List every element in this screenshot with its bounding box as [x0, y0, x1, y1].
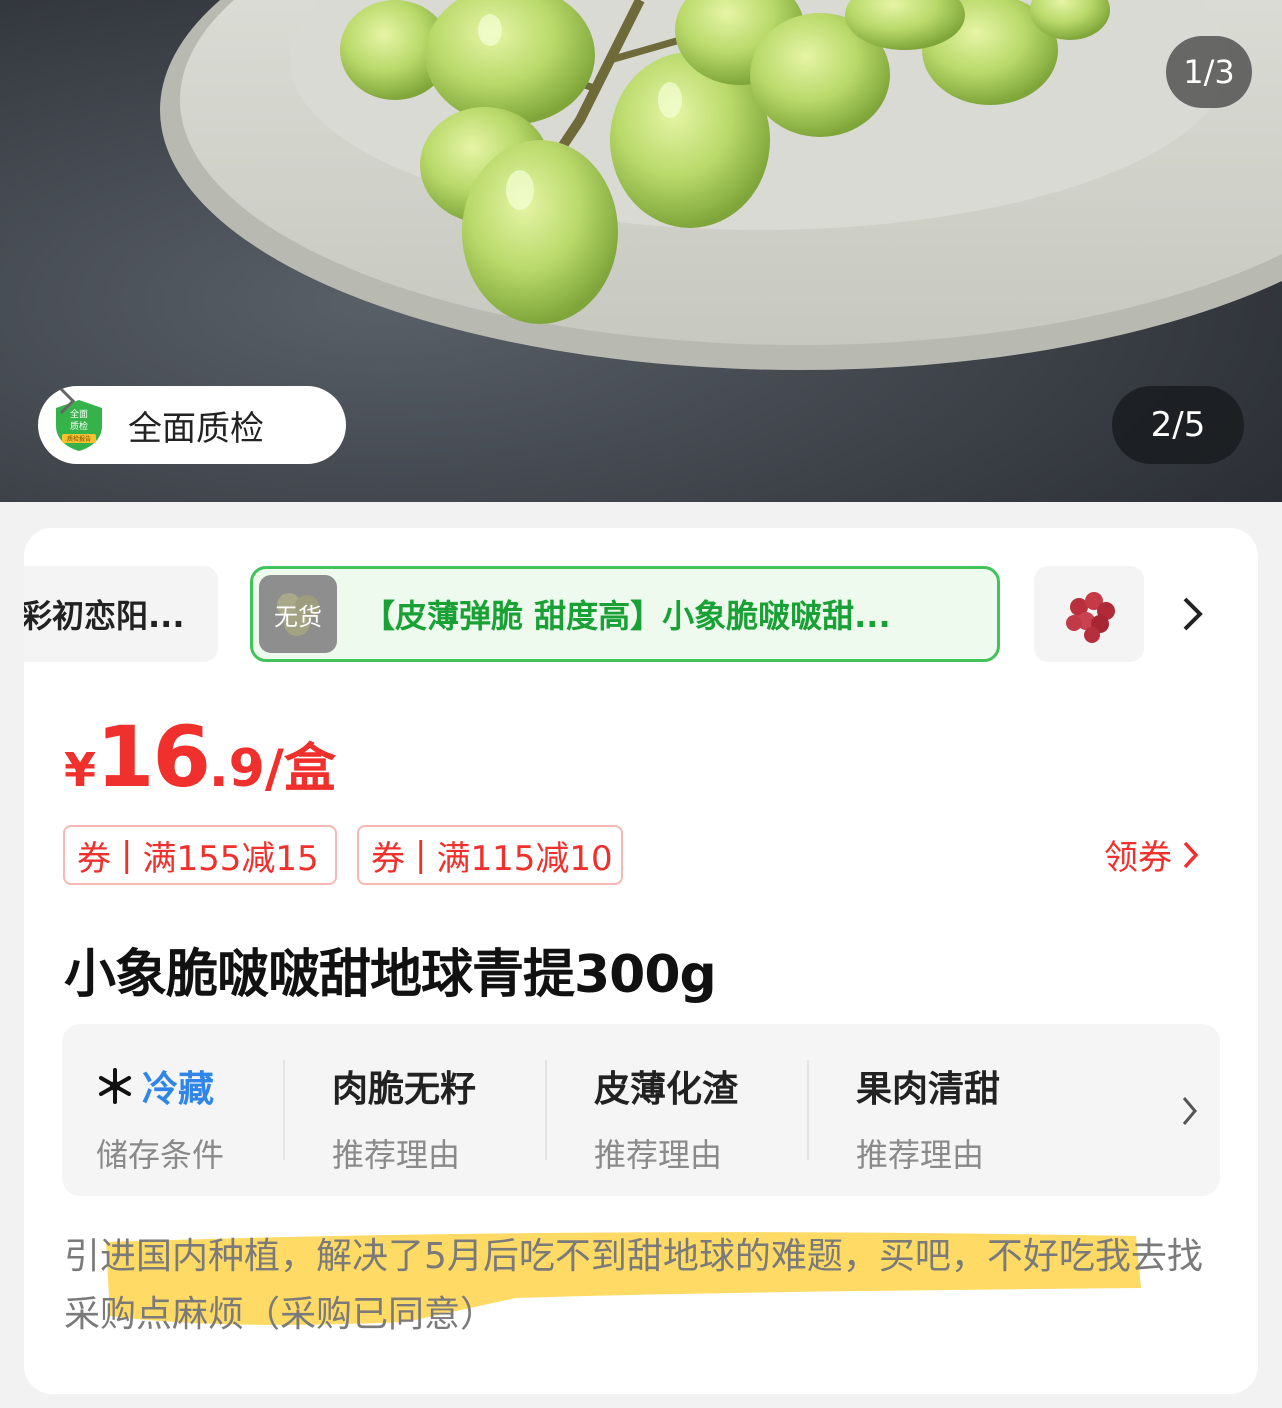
page-counter: 2/5	[1112, 386, 1244, 464]
chevron-right-icon	[1183, 841, 1199, 868]
feature-sub: 推荐理由	[332, 1136, 461, 1174]
coupon-tag[interactable]: 券 | 满115减10	[357, 825, 623, 885]
feature-storage: 冷藏 储存条件	[96, 1060, 224, 1176]
divider	[807, 1060, 809, 1160]
coupon-text: 满155减15	[142, 838, 319, 879]
variant-thumbnail: 无货	[259, 575, 337, 653]
coupon-tag[interactable]: 券 | 满155减15	[63, 825, 337, 885]
feature-sub: 推荐理由	[594, 1136, 723, 1174]
chevron-right-icon[interactable]	[1180, 594, 1206, 634]
variant-selector: 彩初恋阳... 无货 【皮薄弹脆 甜度高】小象脆啵啵甜...	[24, 566, 1258, 662]
price-currency: ¥	[64, 743, 97, 797]
product-info-card: 彩初恋阳... 无货 【皮薄弹脆 甜度高】小象脆啵啵甜... ¥16.9/盒 券…	[24, 528, 1258, 1394]
variant-title: 【皮薄弹脆 甜度高】小象脆啵啵甜...	[363, 597, 891, 635]
description-text: 引进国内种植，解决了5月后吃不到甜地球的难题，买吧，不好吃我去找采购点麻烦（采购…	[64, 1236, 1203, 1335]
red-grape-thumbnail-icon	[1066, 592, 1115, 643]
variant-option-selected[interactable]: 无货 【皮薄弹脆 甜度高】小象脆啵啵甜...	[250, 566, 1000, 662]
feature-reason: 果肉清甜 推荐理由	[856, 1060, 1000, 1176]
coupon-separator: |	[415, 835, 427, 875]
image-counter: 1/3	[1166, 36, 1252, 108]
coupon-tag-label: 券	[77, 838, 111, 879]
svg-text:质检报告: 质检报告	[67, 435, 91, 443]
features-panel[interactable]: 冷藏 储存条件 肉脆无籽 推荐理由 皮薄化渣 推荐理由 果肉清甜 推荐理由	[62, 1024, 1220, 1196]
coupon-separator: |	[121, 835, 133, 875]
feature-reason: 肉脆无籽 推荐理由	[332, 1060, 476, 1176]
coupon-tag-label: 券	[371, 838, 405, 879]
divider	[283, 1060, 285, 1160]
coupon-text: 满115减10	[436, 838, 613, 879]
feature-main: 果肉清甜	[856, 1069, 1001, 1110]
product-description: 引进国内种植，解决了5月后吃不到甜地球的难题，买吧，不好吃我去找采购点麻烦（采购…	[64, 1228, 1224, 1344]
product-image-gallery[interactable]: 1/3 全面 质检 质检报告 全面质检 2/5	[0, 0, 1282, 502]
feature-main: 皮薄化渣	[594, 1069, 739, 1110]
price-decimal: .9	[208, 739, 265, 799]
price-integer: 16	[96, 708, 211, 806]
chevron-right-icon	[59, 387, 76, 415]
get-coupon-label: 领券	[1104, 838, 1172, 878]
feature-main: 冷藏	[142, 1069, 215, 1110]
feature-sub: 储存条件	[96, 1136, 225, 1174]
chevron-right-icon	[1182, 1097, 1197, 1125]
svg-text:质检: 质检	[70, 420, 88, 432]
feature-sub: 推荐理由	[856, 1136, 985, 1174]
price-unit: /盒	[264, 739, 336, 799]
divider	[545, 1060, 547, 1160]
out-of-stock-label: 无货	[274, 602, 322, 631]
quality-inspection-button[interactable]: 全面 质检 质检报告 全面质检	[38, 386, 346, 464]
get-coupon-button[interactable]: 领券	[1104, 830, 1202, 879]
feature-main: 肉脆无籽	[332, 1069, 477, 1110]
product-title: 小象脆啵啵甜地球青提300g	[64, 945, 717, 1005]
price: ¥16.9/盒	[64, 708, 336, 806]
variant-option[interactable]: 彩初恋阳...	[24, 566, 218, 662]
variant-option[interactable]	[1034, 566, 1144, 662]
feature-reason: 皮薄化渣 推荐理由	[594, 1060, 738, 1176]
quality-label: 全面质检	[128, 408, 264, 449]
snowflake-icon	[99, 1068, 131, 1104]
